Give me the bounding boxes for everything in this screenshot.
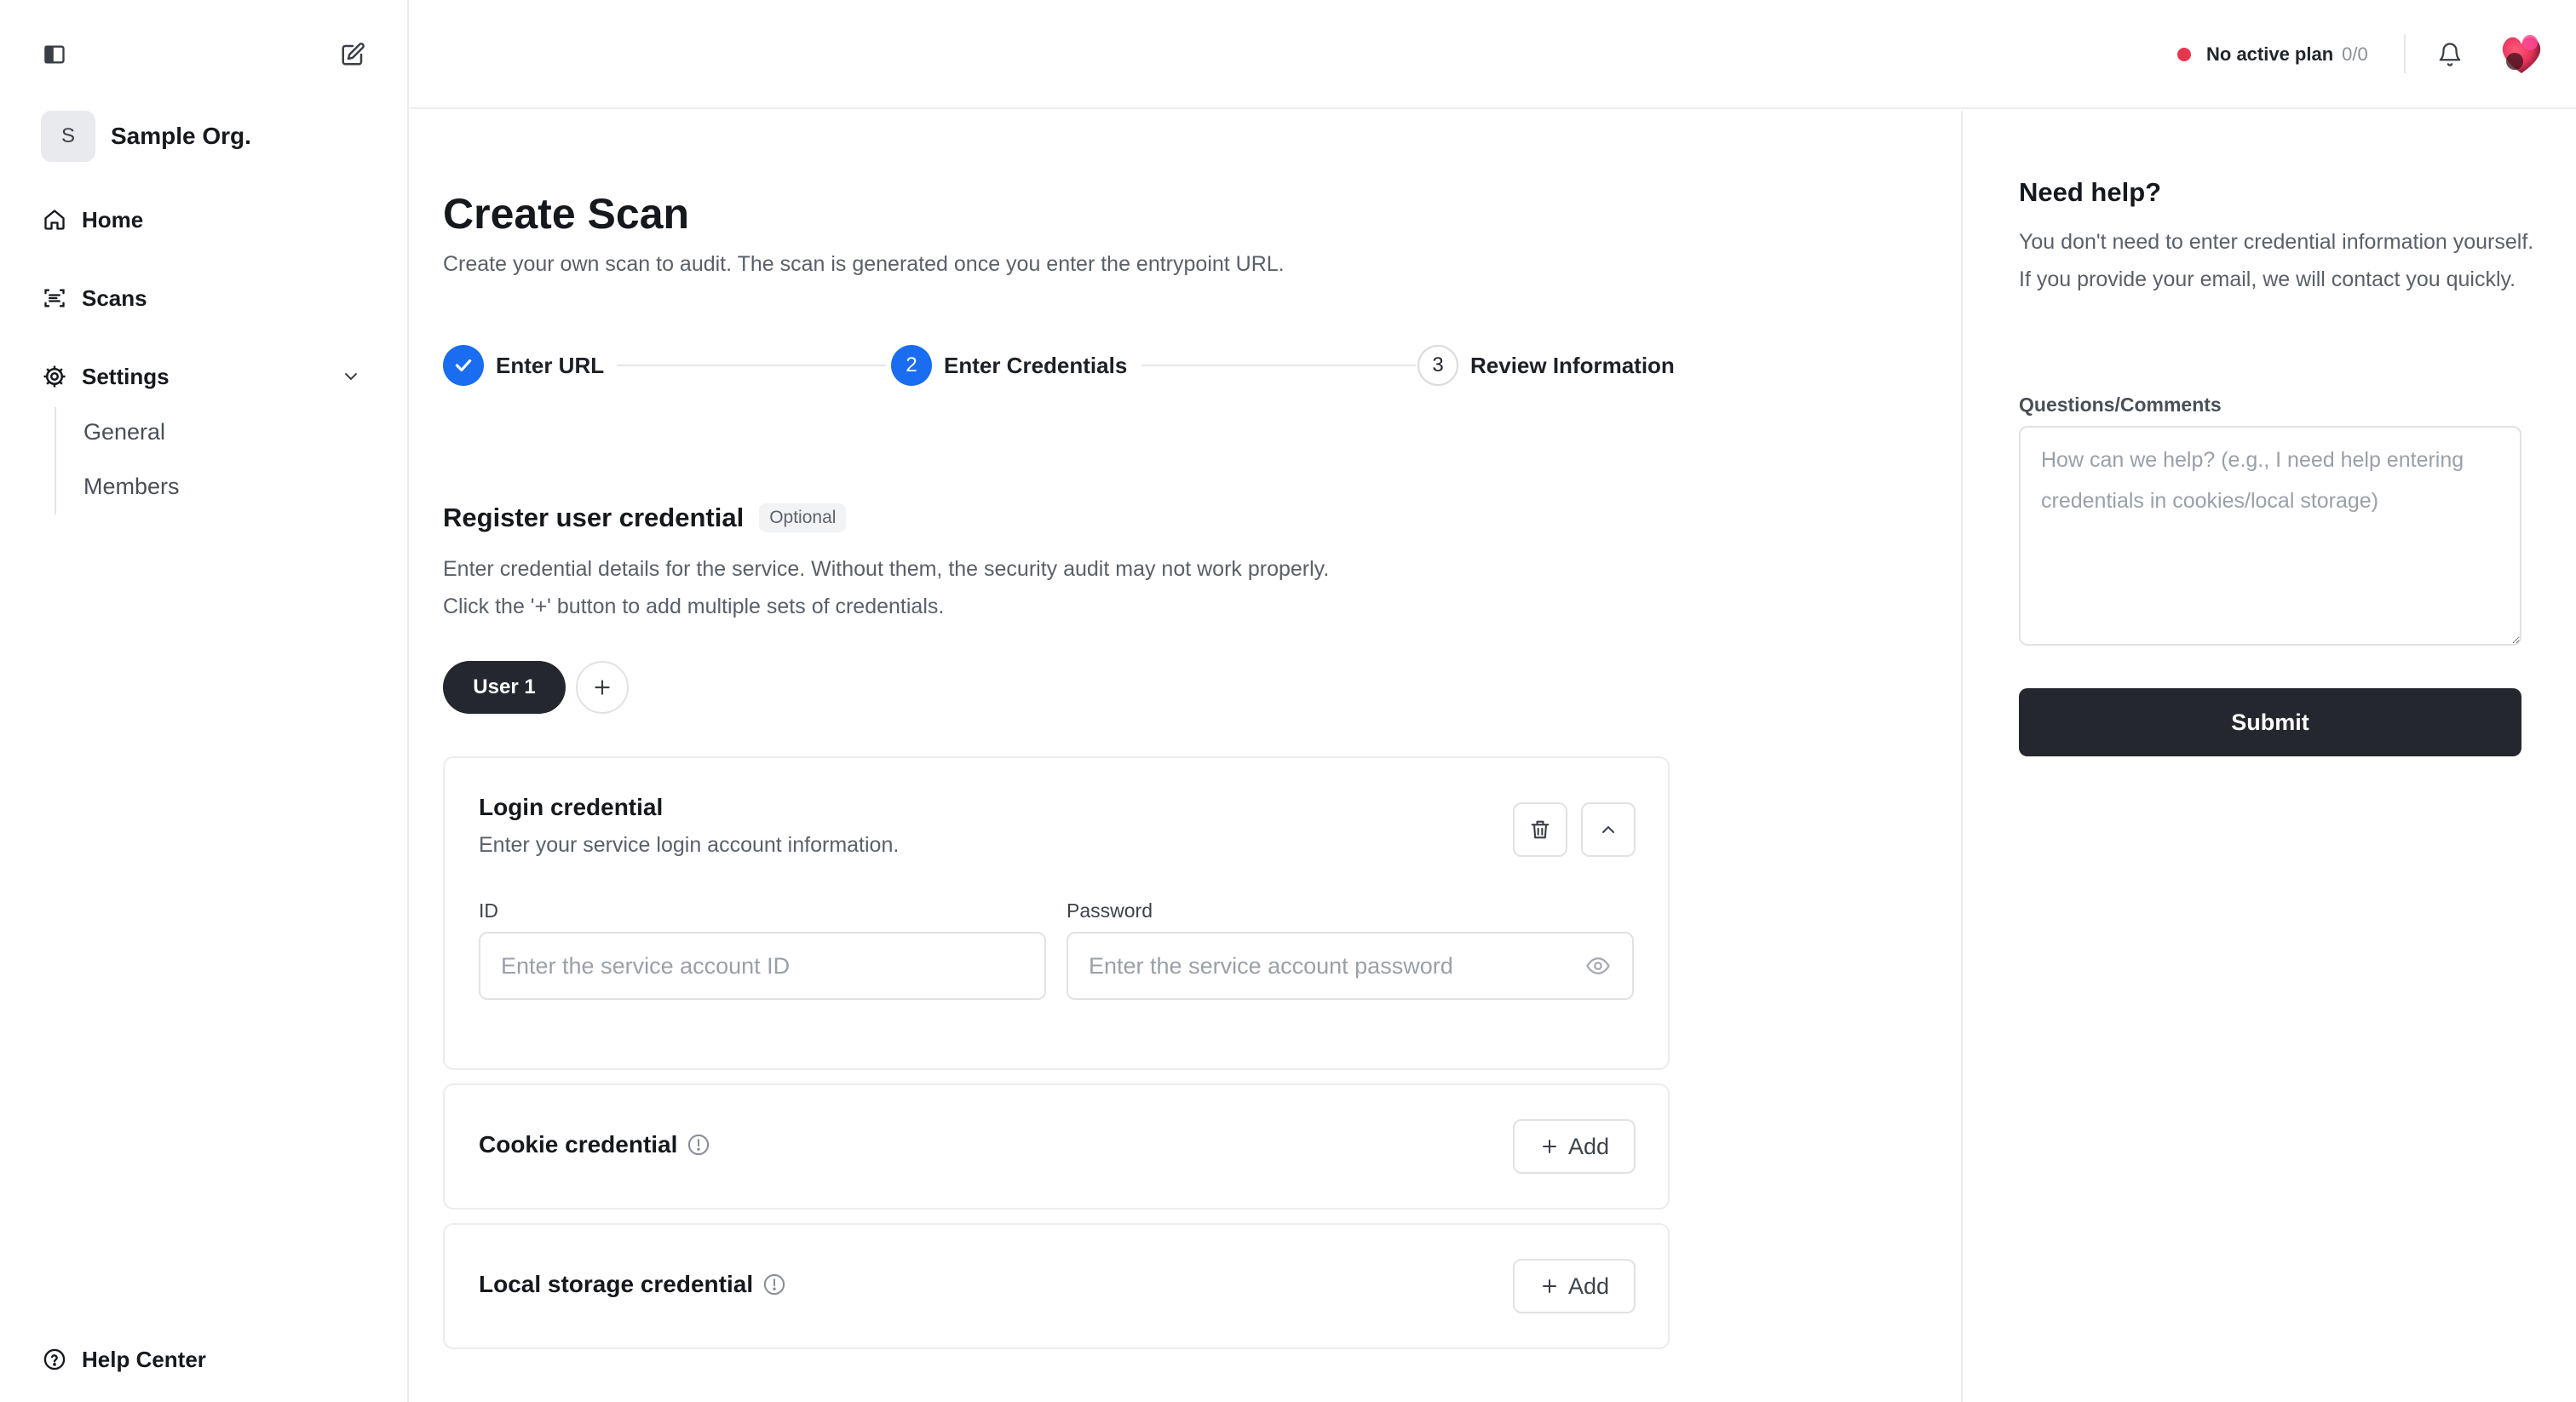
local-storage-credential-header: Local storage credential (479, 1271, 787, 1298)
chevron-down-icon[interactable] (337, 363, 365, 390)
questions-label: Questions/Comments (2019, 394, 2222, 416)
step-number: 3 (1417, 345, 1458, 386)
plus-icon (1539, 1276, 1560, 1296)
tab-user-1[interactable]: User 1 (443, 661, 566, 714)
login-credential-card: Login credential Enter your service logi… (443, 756, 1670, 1070)
submenu-divider (55, 407, 56, 514)
help-title: Need help? (2019, 177, 2162, 207)
eye-icon[interactable] (1583, 951, 1613, 981)
step-label: Enter URL (496, 352, 605, 378)
card-title: Login credential (479, 794, 664, 820)
nav-item-settings[interactable]: Settings (41, 356, 170, 397)
help-description: You don't need to enter credential infor… (2019, 230, 2534, 291)
info-icon[interactable] (762, 1272, 787, 1297)
collapse-button[interactable] (1581, 802, 1636, 857)
plus-icon (1539, 1136, 1560, 1157)
step-enter-credentials: 2 Enter Credentials (891, 344, 1127, 387)
section-desc-line: Click the '+' button to add multiple set… (443, 595, 945, 618)
help-circle-icon (41, 1346, 68, 1373)
step-review-information: 3 Review Information (1417, 344, 1675, 387)
sidebar-toggle-icon[interactable] (37, 37, 72, 72)
step-connector (1141, 365, 1416, 366)
step-number: 2 (891, 345, 932, 386)
nav-item-label: Scans (82, 284, 147, 311)
nav-item-home[interactable]: Home (41, 199, 143, 240)
page-subtitle: Create your own scan to audit. The scan … (443, 252, 1285, 276)
section-desc-line: Enter credential details for the service… (443, 557, 1330, 581)
section-title: Register user credential (443, 503, 745, 532)
optional-badge: Optional (759, 503, 847, 532)
questions-textarea[interactable] (2019, 426, 2521, 646)
org-name: Sample Org. (111, 123, 251, 149)
help-center-label: Help Center (82, 1346, 206, 1372)
avatar[interactable] (2496, 29, 2547, 80)
trash-icon (1531, 820, 1550, 839)
nav-item-scans[interactable]: Scans (41, 278, 147, 319)
section-header: Register user credential Optional (443, 503, 847, 533)
step-label: Review Information (1470, 352, 1675, 378)
help-center-link[interactable]: Help Center (41, 1339, 206, 1380)
step-label: Enter Credentials (944, 352, 1128, 378)
gear-icon (41, 363, 68, 390)
card-title: Local storage credential (479, 1271, 754, 1297)
topbar-divider (2404, 34, 2406, 73)
status-dot (2177, 48, 2191, 61)
bell-icon[interactable] (2433, 37, 2467, 72)
page-title: Create Scan (443, 190, 690, 238)
card-description: Enter your service login account informa… (479, 833, 900, 857)
password-input[interactable] (1067, 932, 1634, 1000)
chevron-up-icon (1602, 825, 1614, 833)
new-scan-icon[interactable] (336, 37, 370, 72)
scan-icon (41, 284, 68, 312)
help-panel (1961, 111, 2576, 1402)
add-user-button[interactable] (576, 661, 629, 714)
home-icon (41, 206, 68, 233)
submit-button[interactable]: Submit (2019, 688, 2521, 756)
plan-label: No active plan (2206, 43, 2334, 65)
cookie-credential-header: Cookie credential (479, 1131, 711, 1158)
local-storage-credential-card: Local storage credential Add (443, 1223, 1670, 1349)
sidebar: S Sample Org. Home Scans Settings Genera… (0, 0, 409, 1402)
id-input[interactable] (479, 932, 1046, 1000)
add-cookie-button[interactable]: Add (1513, 1119, 1636, 1174)
add-label: Add (1567, 1133, 1610, 1159)
id-label: ID (479, 899, 498, 922)
delete-button[interactable] (1513, 802, 1567, 857)
plan-count: 0/0 (2342, 43, 2368, 65)
plan-status[interactable]: No active plan 0/0 (2177, 41, 2368, 68)
org-switcher[interactable]: S Sample Org. (41, 111, 251, 162)
sidebar-item-members[interactable]: Members (83, 474, 180, 500)
password-label: Password (1067, 899, 1153, 922)
plus-icon (595, 680, 610, 695)
org-avatar: S (41, 111, 95, 162)
check-icon (443, 345, 484, 386)
cookie-credential-card: Cookie credential Add (443, 1083, 1670, 1210)
add-label: Add (1567, 1273, 1610, 1299)
add-local-storage-button[interactable]: Add (1513, 1259, 1636, 1313)
card-title: Cookie credential (479, 1131, 678, 1158)
sidebar-item-general[interactable]: General (83, 419, 165, 445)
nav-item-label: Settings (82, 363, 170, 389)
step-connector (617, 365, 886, 366)
section-description: Enter credential details for the service… (443, 550, 1329, 625)
step-enter-url: Enter URL (443, 344, 604, 387)
nav-item-label: Home (82, 206, 144, 233)
info-icon[interactable] (686, 1132, 711, 1158)
